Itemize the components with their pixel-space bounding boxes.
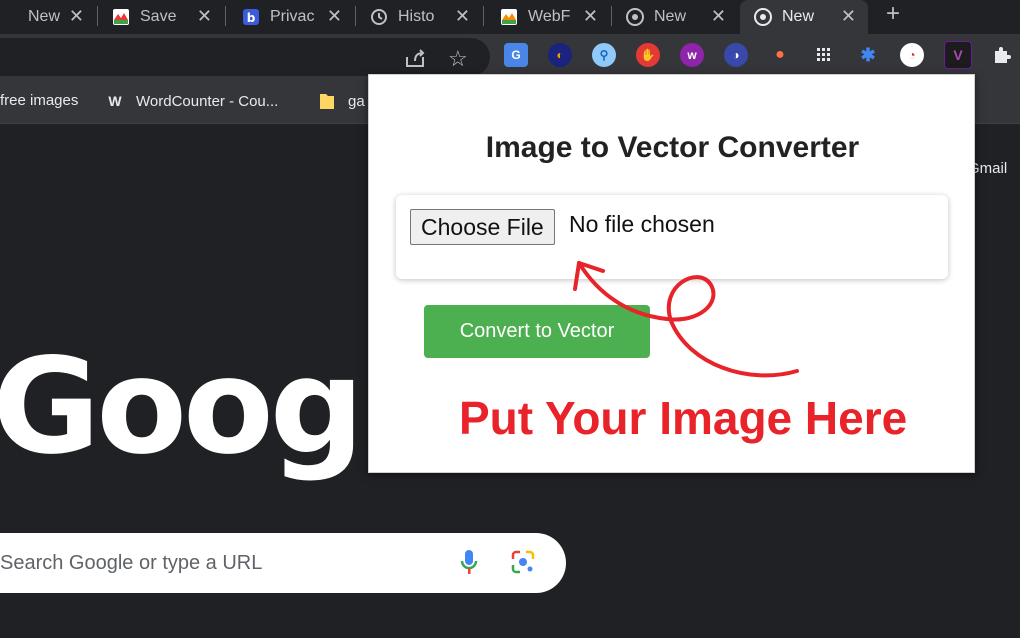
w-extension-icon[interactable]: w [680, 43, 704, 67]
tab-separator [355, 6, 356, 26]
popup-title: Image to Vector Converter [485, 131, 860, 164]
file-status-text: No file chosen [569, 211, 715, 237]
puzzle-blue-extension-icon[interactable]: ✱ [856, 43, 880, 67]
colorful-favicon-icon [500, 8, 518, 26]
dark-circle-extension-icon[interactable]: ◑ [724, 43, 748, 67]
folder-icon [318, 92, 336, 110]
pie-extension-icon[interactable]: ◔ [900, 43, 924, 67]
close-icon[interactable]: ✕ [841, 6, 856, 27]
search-extension-icon[interactable]: ⚲ [592, 43, 616, 67]
tab-title: WebF [528, 8, 571, 25]
tab-separator [483, 6, 484, 26]
close-icon[interactable]: ✕ [197, 6, 212, 27]
microphone-icon[interactable] [460, 549, 478, 582]
hand-drawn-arrow-icon [573, 261, 799, 378]
close-icon[interactable]: ✕ [327, 6, 342, 27]
bookmark-free-images[interactable]: free images [0, 92, 78, 109]
tab-title: New [782, 8, 815, 25]
translate-extension-icon[interactable]: G [504, 43, 528, 67]
tab-6[interactable]: New ✕ [626, 0, 738, 34]
tab-1[interactable]: New ✕ [0, 0, 96, 34]
close-icon[interactable]: ✕ [455, 6, 470, 27]
extension-popup: Image to Vector Converter Choose File No… [368, 74, 975, 473]
vector-extension-icon[interactable]: V [944, 41, 972, 69]
tab-5[interactable]: WebF ✕ [500, 0, 610, 34]
grid-extension-icon[interactable] [812, 43, 836, 67]
share-icon[interactable] [404, 48, 426, 73]
tab-title: New [654, 8, 687, 25]
bookmark-folder[interactable]: ga [318, 92, 365, 110]
new-tab-icon [0, 8, 18, 26]
annotation-text: Put Your Image Here [459, 392, 908, 444]
tab-separator [97, 6, 98, 26]
tab-separator [611, 6, 612, 26]
star-bookmark-icon[interactable]: ☆ [448, 46, 468, 72]
new-tab-plus-icon[interactable]: + [886, 0, 900, 28]
search-input[interactable]: Search Google or type a URL [0, 552, 262, 575]
tab-3[interactable]: b Privac ✕ [242, 0, 354, 34]
bookmark-label: ga [348, 92, 365, 110]
tab-7-active[interactable]: New ✕ [740, 0, 868, 34]
chrome-icon [754, 8, 772, 26]
choose-file-button[interactable]: Choose File [410, 209, 555, 245]
tab-separator [225, 6, 226, 26]
history-icon [370, 8, 388, 26]
tab-strip: New ✕ Save ✕ b Privac ✕ Histo ✕ WebF ✕ N… [0, 0, 1020, 34]
tab-2[interactable]: Save ✕ [112, 0, 224, 34]
search-box[interactable]: Search Google or type a URL [0, 533, 566, 593]
wordcounter-icon: W [108, 93, 122, 109]
bookmark-label: free images [0, 92, 79, 109]
close-icon[interactable]: ✕ [711, 6, 726, 27]
bookmark-wordcounter[interactable]: W WordCounter - Cou... [106, 92, 278, 110]
svg-text:b: b [247, 11, 256, 25]
hand-extension-icon[interactable]: ✋ [636, 43, 660, 67]
tab-title: Privac [270, 8, 315, 25]
chrome-icon [626, 8, 644, 26]
drop-extension-icon[interactable]: ● [768, 43, 792, 67]
extensions-puzzle-icon[interactable] [990, 43, 1014, 67]
tab-title: Save [140, 8, 177, 25]
moon-extension-icon[interactable]: ◐ [548, 43, 572, 67]
close-icon[interactable]: ✕ [583, 6, 598, 27]
colorful-favicon-icon [112, 8, 130, 26]
bookmark-label: WordCounter - Cou... [136, 92, 279, 110]
tab-4[interactable]: Histo ✕ [370, 0, 482, 34]
google-lens-icon[interactable] [510, 549, 536, 580]
privacy-favicon-icon: b [242, 8, 260, 26]
address-bar[interactable]: ☆ [0, 38, 490, 76]
close-icon[interactable]: ✕ [69, 6, 84, 27]
tab-title: Histo [398, 8, 435, 25]
